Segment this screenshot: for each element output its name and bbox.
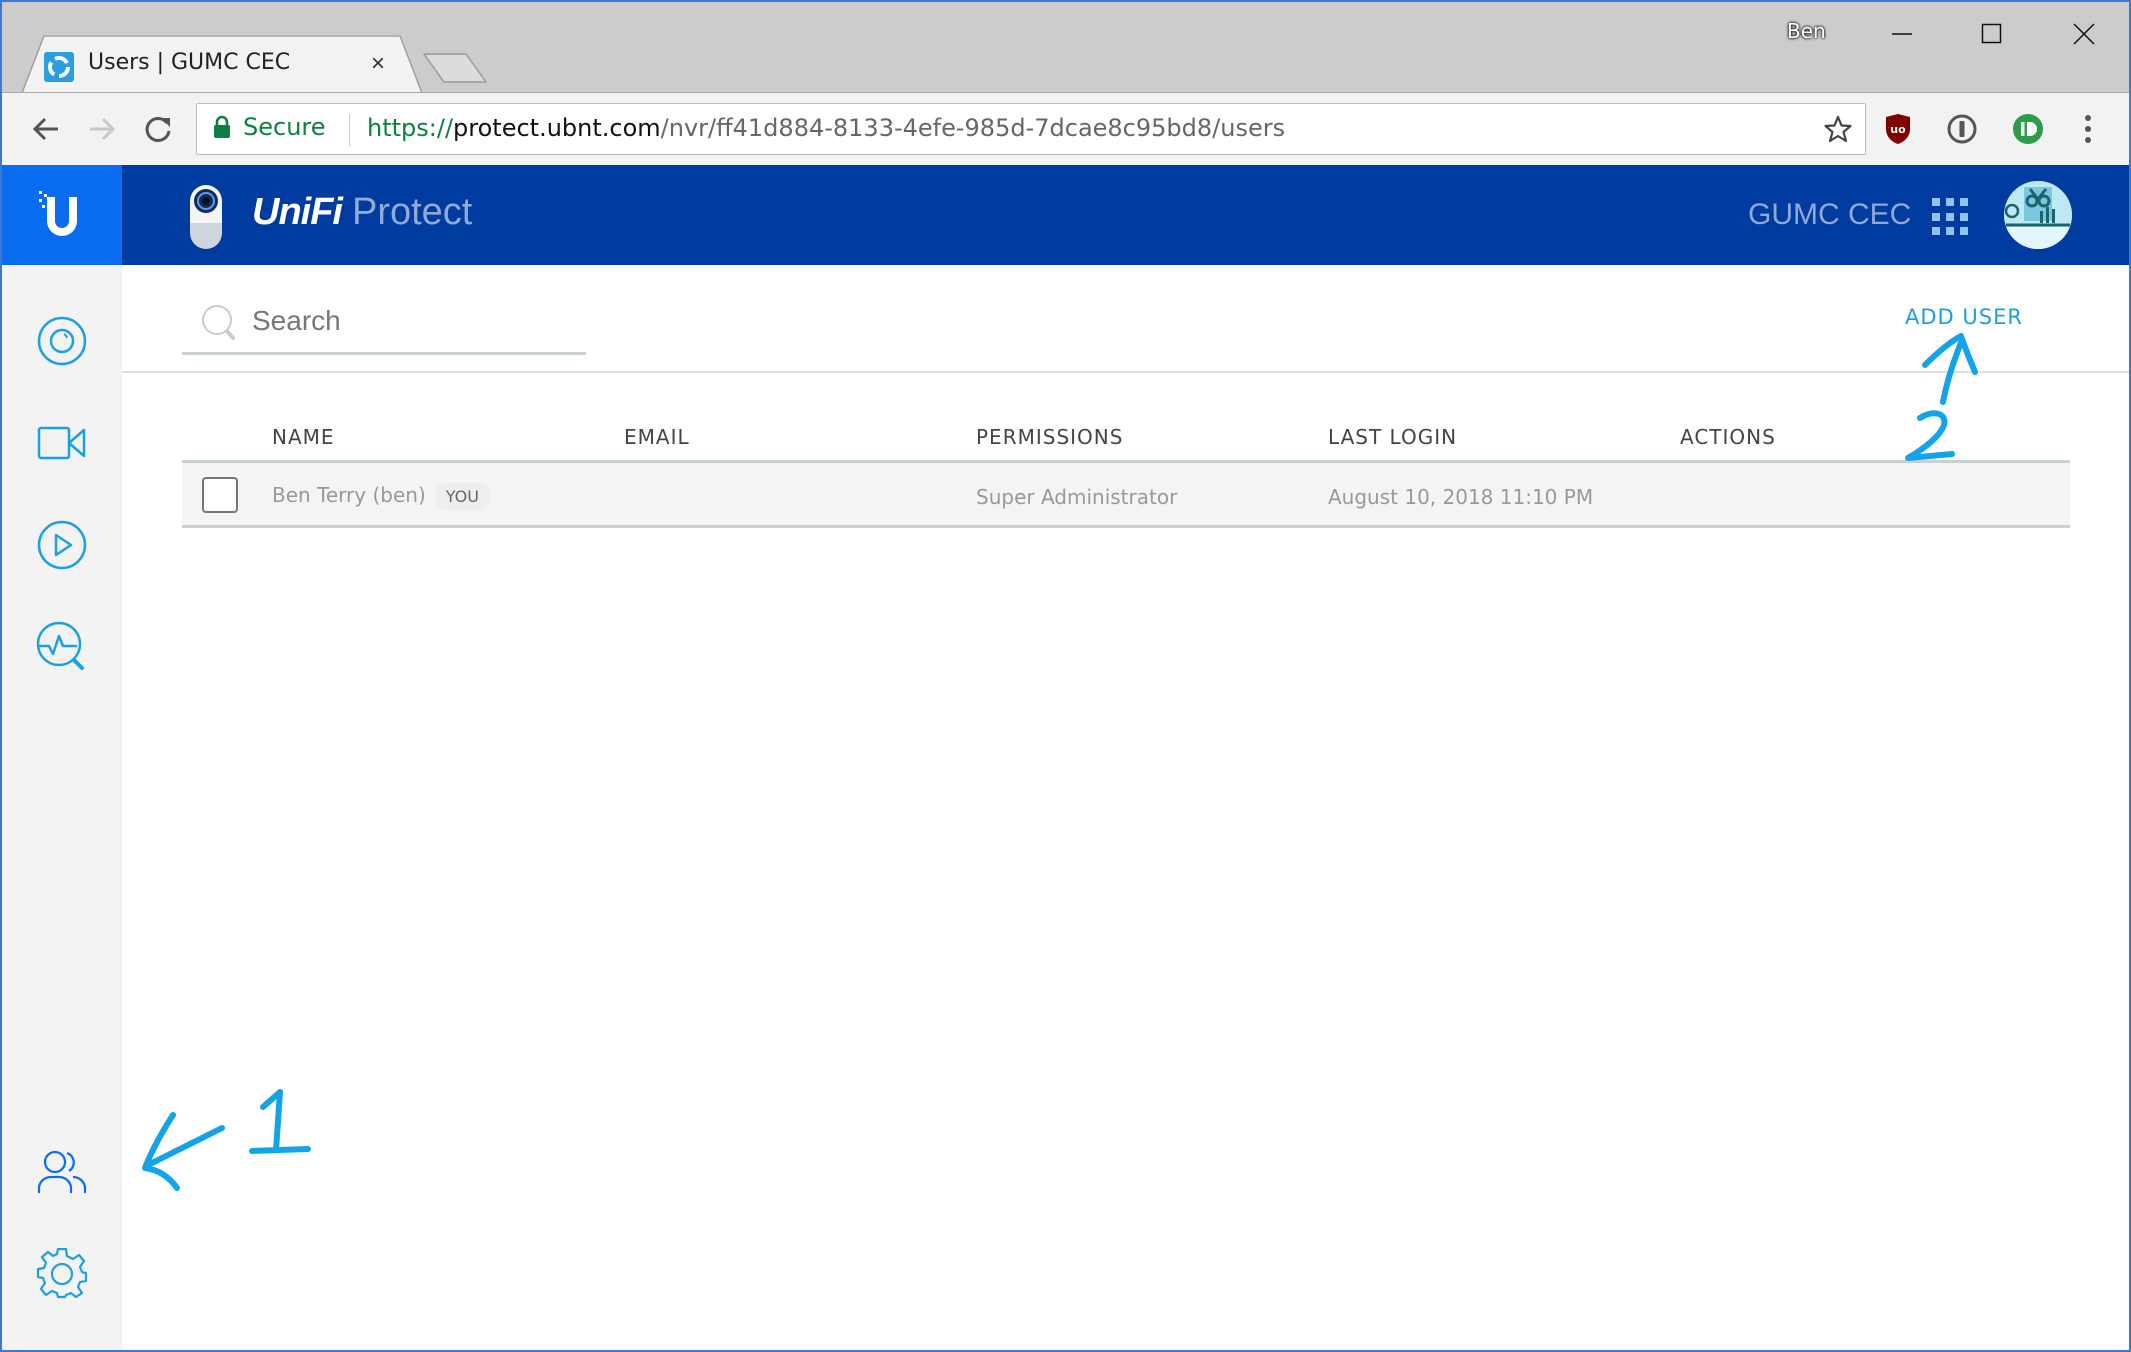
brand-product: Protect xyxy=(351,191,473,233)
dashboard-icon xyxy=(37,316,87,366)
app-header: UniFi Protect GUMC CEC xyxy=(2,165,2129,265)
omnibox-separator xyxy=(349,114,350,146)
activity-search-icon xyxy=(36,621,84,670)
g3-camera-logo-icon xyxy=(190,185,222,249)
ubiquiti-u-logo-icon xyxy=(39,191,77,236)
column-header-last-login[interactable]: LAST LOGIN xyxy=(1328,425,1457,449)
apps-grid-icon[interactable] xyxy=(1932,198,1970,236)
close-icon xyxy=(2073,23,2095,45)
search-icon xyxy=(202,305,235,340)
url-host: protect.ubnt.com xyxy=(453,114,661,142)
address-bar[interactable]: Secure https://protect.ubnt.com/nvr/ff41… xyxy=(196,103,1866,155)
column-header-actions: ACTIONS xyxy=(1680,425,1776,449)
reload-icon xyxy=(145,116,171,142)
user-avatar[interactable] xyxy=(2004,181,2072,249)
maximize-icon xyxy=(1981,23,2002,44)
avatar-owl-icon xyxy=(2004,181,2072,249)
tab-strip: Users | GUMC CEC × Ben xyxy=(2,2,2129,93)
ublock-origin-icon: uo xyxy=(1886,114,1910,144)
table-row[interactable]: Ben Terry (ben) YOU Super Administrator A… xyxy=(182,463,2070,528)
tab-title: Users | GUMC CEC xyxy=(88,50,291,75)
pushbullet-extension-button[interactable] xyxy=(2010,111,2046,147)
users-icon xyxy=(37,1150,87,1193)
ublock-extension-button[interactable]: uo xyxy=(1880,111,1916,147)
url-scheme: https:// xyxy=(367,114,454,142)
app-brand: UniFi Protect xyxy=(252,191,472,234)
bookmark-star-button[interactable] xyxy=(1823,114,1853,149)
chrome-menu-button[interactable] xyxy=(2070,111,2106,147)
gear-icon xyxy=(36,1248,88,1299)
search-input[interactable] xyxy=(252,299,572,343)
secure-label: Secure xyxy=(243,113,326,141)
sidebar-item-playback[interactable] xyxy=(2,505,122,585)
tab-close-button[interactable]: × xyxy=(371,50,385,78)
1password-icon xyxy=(1947,114,1977,144)
row-select-checkbox[interactable] xyxy=(202,477,238,513)
brand-unifi: UniFi xyxy=(252,191,343,233)
table-header: NAME EMAIL PERMISSIONS LAST LOGIN ACTION… xyxy=(182,415,2070,463)
unifi-favicon-icon xyxy=(44,52,74,82)
sidebar-item-settings[interactable] xyxy=(2,1234,122,1314)
star-icon xyxy=(1824,115,1852,143)
url-path: /nvr/ff41d884-8133-4efe-985d-7dcae8c95bd… xyxy=(660,114,1286,142)
arrow-right-icon xyxy=(90,117,116,141)
profile-name[interactable]: Ben xyxy=(1787,19,1826,43)
sidebar-item-users[interactable] xyxy=(2,1132,122,1212)
users-table: NAME EMAIL PERMISSIONS LAST LOGIN ACTION… xyxy=(182,415,2070,528)
arrow-left-icon xyxy=(32,117,58,141)
sidebar-item-insights[interactable] xyxy=(2,607,122,687)
column-header-name[interactable]: NAME xyxy=(272,425,335,449)
svg-text:uo: uo xyxy=(1890,123,1906,136)
new-tab-button[interactable] xyxy=(422,52,488,84)
lock-icon xyxy=(214,115,230,138)
back-button[interactable] xyxy=(26,109,66,149)
url-text[interactable]: https://protect.ubnt.com/nvr/ff41d884-81… xyxy=(367,114,1285,142)
add-user-button[interactable]: ADD USER xyxy=(1905,305,2023,329)
play-icon xyxy=(37,520,87,570)
reload-button[interactable] xyxy=(138,109,178,149)
ubiquiti-logo-button[interactable] xyxy=(2,165,122,265)
user-last-login: August 10, 2018 11:10 PM xyxy=(1328,485,1594,509)
pushbullet-icon xyxy=(2013,114,2043,144)
minimize-button[interactable] xyxy=(1872,14,1932,54)
site-name[interactable]: GUMC CEC xyxy=(1748,198,1911,232)
you-badge: YOU xyxy=(435,483,489,510)
column-header-permissions[interactable]: PERMISSIONS xyxy=(976,425,1123,449)
user-permissions: Super Administrator xyxy=(976,485,1178,509)
users-page: ADD USER NAME EMAIL PERMISSIONS LAST LOG… xyxy=(122,265,2129,1350)
video-camera-icon xyxy=(37,426,86,460)
sidebar xyxy=(2,265,122,1350)
forward-button[interactable] xyxy=(82,109,122,149)
search-field[interactable] xyxy=(182,295,586,355)
browser-toolbar: Secure https://protect.ubnt.com/nvr/ff41… xyxy=(2,92,2129,165)
sidebar-item-devices[interactable] xyxy=(2,403,122,483)
sidebar-item-dashboard[interactable] xyxy=(2,301,122,381)
more-vert-icon xyxy=(2085,115,2091,143)
user-name-cell: Ben Terry (ben) YOU xyxy=(272,483,489,510)
user-name: Ben Terry (ben) xyxy=(272,483,426,507)
1password-extension-button[interactable] xyxy=(1944,111,1980,147)
close-window-button[interactable] xyxy=(2054,14,2114,54)
column-header-email[interactable]: EMAIL xyxy=(624,425,690,449)
maximize-button[interactable] xyxy=(1962,14,2022,54)
minimize-icon xyxy=(1892,33,1912,35)
toolbar-divider xyxy=(122,371,2129,373)
secure-indicator[interactable]: Secure xyxy=(213,113,326,141)
